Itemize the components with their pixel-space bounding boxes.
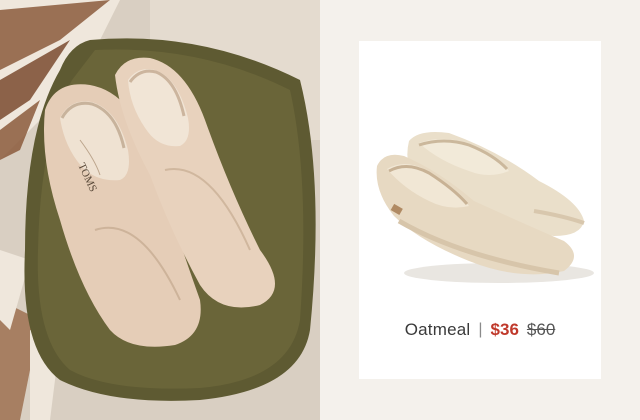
color-name[interactable]: Oatmeal bbox=[405, 320, 471, 340]
lifestyle-photo[interactable]: TOMS bbox=[0, 0, 320, 420]
sale-price: $36 bbox=[490, 320, 519, 339]
original-price: $60 bbox=[526, 320, 556, 339]
product-image[interactable] bbox=[359, 41, 601, 331]
lifestyle-photo-illustration: TOMS bbox=[0, 0, 320, 420]
product-caption: Oatmeal | $36 $60 bbox=[359, 317, 601, 343]
product-card[interactable]: Oatmeal | $36 $60 bbox=[359, 41, 601, 379]
caption-separator: | bbox=[478, 321, 483, 338]
product-tile: TOMS Oatmeal | $36 $60 bbox=[0, 0, 640, 420]
